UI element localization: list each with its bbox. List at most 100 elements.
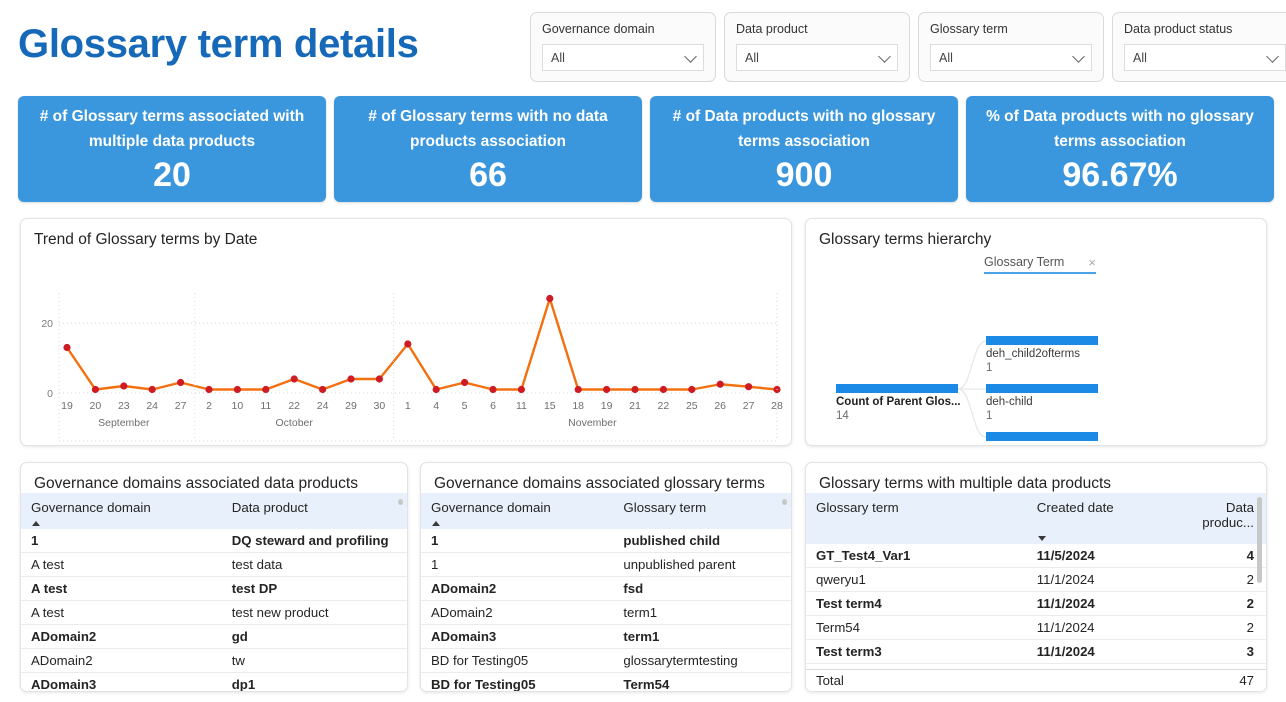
column-header[interactable]: Data produc... xyxy=(1164,493,1266,544)
data-point[interactable] xyxy=(546,294,554,303)
column-header-label: Glossary term xyxy=(623,500,707,515)
kpi-title: # of Data products with no glossary term… xyxy=(672,108,936,150)
kpi-card[interactable]: # of Glossary terms associated with mult… xyxy=(18,96,326,202)
table-row[interactable]: 1 unpublished parent xyxy=(421,552,791,577)
x-axis-month-label: October xyxy=(276,417,314,429)
kpi-card[interactable]: % of Data products with no glossary term… xyxy=(966,96,1274,202)
hierarchy-root-bar[interactable] xyxy=(836,384,958,393)
trend-chart-plot[interactable]: 0 20 19 20 23 24 27 2 10 11 22 24 29 30 1 4 5 6 11 15 18 19 21… xyxy=(21,247,791,445)
table-row[interactable]: qweryu1 11/1/2024 2 xyxy=(806,567,1266,592)
data-point[interactable] xyxy=(375,375,383,383)
data-point[interactable] xyxy=(432,385,440,394)
kpi-title: # of Glossary terms with no data product… xyxy=(368,108,608,150)
data-point[interactable] xyxy=(262,385,270,394)
close-icon[interactable]: × xyxy=(1088,256,1096,269)
x-axis-day-tick: 27 xyxy=(743,400,755,412)
hierarchy-links xyxy=(957,340,987,438)
column-header[interactable]: Glossary term xyxy=(613,493,791,529)
sort-asc-icon xyxy=(32,521,40,526)
data-point[interactable] xyxy=(319,385,327,394)
data-point[interactable] xyxy=(233,385,241,394)
data-point[interactable] xyxy=(205,385,213,394)
table-cell: ADomain3 xyxy=(421,624,614,649)
table-cell: 11/1/2024 xyxy=(1026,615,1165,640)
table-cell: 2 xyxy=(1164,615,1266,640)
data-point[interactable] xyxy=(290,375,298,383)
table-scroll-region[interactable]: Governance domain Glossary term 1 published… xyxy=(421,493,791,691)
table-row[interactable]: ADomain2 gd xyxy=(21,624,407,649)
kpi-card[interactable]: # of Data products with no glossary term… xyxy=(650,96,958,202)
kpi-value: 66 xyxy=(469,156,507,194)
table-row[interactable]: 1 published child xyxy=(421,529,791,553)
column-header[interactable]: Data product xyxy=(221,493,407,529)
column-header[interactable]: Created date xyxy=(1026,493,1165,544)
table-cell: qweryu1 xyxy=(806,567,1027,592)
kpi-title: # of Glossary terms associated with mult… xyxy=(39,108,305,150)
hierarchy-child-bar[interactable] xyxy=(986,336,1098,345)
data-point[interactable] xyxy=(63,343,71,352)
table-row[interactable]: GT_Test4_Var1 11/5/2024 4 xyxy=(806,544,1266,568)
column-header[interactable]: Governance domain xyxy=(421,493,614,529)
data-point[interactable] xyxy=(461,378,469,387)
table-cell: GT_Test4_Var1 xyxy=(806,544,1027,568)
table-row[interactable]: A test test data xyxy=(21,552,407,577)
data-point[interactable] xyxy=(177,378,185,387)
table-cell: term1 xyxy=(613,624,791,649)
hierarchy-child-bar[interactable] xyxy=(986,432,1098,441)
filter-data-product-select[interactable]: All xyxy=(736,44,898,71)
hierarchy-child-bar[interactable] xyxy=(986,384,1098,393)
filter-glossary-term-select[interactable]: All xyxy=(930,44,1092,71)
table-row[interactable]: Term54 11/1/2024 2 xyxy=(806,615,1266,640)
table-row[interactable]: BD for Testing05 Term54 xyxy=(421,672,791,691)
data-point[interactable] xyxy=(148,385,156,394)
x-axis-day-tick: 20 xyxy=(90,400,102,412)
table-scroll-region[interactable]: Glossary term Created date Data produc... G… xyxy=(806,493,1266,669)
vertical-scrollbar[interactable] xyxy=(782,499,787,505)
table-row[interactable]: Test term4 11/1/2024 2 xyxy=(806,591,1266,616)
table-row[interactable]: ADomain2 term1 xyxy=(421,600,791,625)
kpi-value: 900 xyxy=(775,156,833,194)
table-row[interactable]: ADomain2 fsd xyxy=(421,576,791,601)
vertical-scrollbar[interactable] xyxy=(398,499,403,505)
table-row[interactable]: Test term3 11/1/2024 3 xyxy=(806,639,1266,664)
column-header[interactable]: Glossary term xyxy=(806,493,1027,544)
x-axis-day-tick: 19 xyxy=(61,400,73,412)
dashboard-page: Glossary term details Governance domain A… xyxy=(0,0,1286,702)
data-point[interactable] xyxy=(489,385,497,394)
data-point[interactable] xyxy=(716,380,724,388)
data-point[interactable] xyxy=(603,385,611,394)
table-header-row: Glossary term Created date Data produc... xyxy=(806,493,1266,544)
table-row[interactable]: ADomain3 term1 xyxy=(421,624,791,649)
data-point[interactable] xyxy=(347,375,355,383)
table-cell: BD for Testing05 xyxy=(421,672,614,691)
hierarchy-child-value: 1 xyxy=(986,410,993,422)
table-row[interactable]: A test test new product xyxy=(21,600,407,625)
vertical-scrollbar[interactable] xyxy=(1257,497,1262,583)
data-point[interactable] xyxy=(517,385,525,394)
data-point[interactable] xyxy=(631,385,639,394)
column-header-label: Created date xyxy=(1036,500,1114,515)
table-row[interactable]: A test test DP xyxy=(21,576,407,601)
drill-breadcrumb[interactable]: Glossary Term × xyxy=(984,255,1096,274)
table-row[interactable]: ADomain2 tw xyxy=(21,648,407,673)
data-point[interactable] xyxy=(574,385,582,394)
data-point[interactable] xyxy=(91,385,99,394)
data-point[interactable] xyxy=(745,383,753,391)
kpi-card[interactable]: # of Glossary terms with no data product… xyxy=(334,96,642,202)
data-point[interactable] xyxy=(659,385,668,394)
filter-data-product-status-select[interactable]: All xyxy=(1124,44,1286,71)
data-point[interactable] xyxy=(120,382,128,390)
data-point[interactable] xyxy=(688,385,696,394)
table-row[interactable]: 1 DQ steward and profiling xyxy=(21,529,407,553)
filter-governance-domain-select[interactable]: All xyxy=(542,44,704,71)
table-title: Governance domains associated glossary t… xyxy=(434,475,765,492)
chevron-down-icon xyxy=(1072,49,1085,63)
x-axis-day-tick: 1 xyxy=(405,400,411,412)
table-scroll-region[interactable]: Governance domain Data product 1 DQ steward… xyxy=(21,493,407,691)
table-row[interactable]: ADomain3 dp1 xyxy=(21,672,407,691)
column-header[interactable]: Governance domain xyxy=(21,493,222,529)
data-point[interactable] xyxy=(404,340,412,348)
trend-line xyxy=(65,297,779,391)
table-row[interactable]: BD for Testing05 glossarytermtesting xyxy=(421,648,791,673)
x-axis-day-tick: 11 xyxy=(260,400,271,412)
